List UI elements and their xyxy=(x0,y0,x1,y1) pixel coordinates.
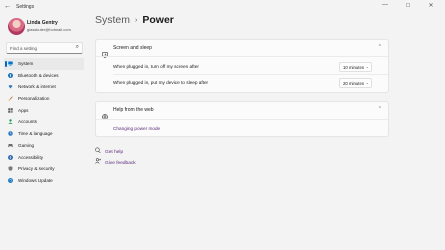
screen-off-label: When plugged in, turn off my screen afte… xyxy=(113,64,199,69)
title-bar: ← Settings — ☐ ✕ xyxy=(0,0,445,14)
breadcrumb: System › Power xyxy=(95,14,174,26)
screen-sleep-card: Screen and sleep ⌃ When plugged in, turn… xyxy=(95,39,389,93)
globe-clock-icon xyxy=(8,131,13,136)
monitor-icon xyxy=(8,61,13,66)
sleep-select[interactable]: 20 minutes ⌄ xyxy=(339,78,372,88)
update-icon xyxy=(8,177,13,183)
accessibility-icon xyxy=(8,154,13,160)
breadcrumb-separator: › xyxy=(135,17,138,24)
get-help-label: Get help xyxy=(105,150,124,155)
search-placeholder: Find a setting xyxy=(10,45,38,51)
window-title: Settings xyxy=(16,3,35,10)
search-input[interactable]: Find a setting ⌕ xyxy=(6,42,83,54)
screen-sleep-title: Screen and sleep xyxy=(113,45,152,51)
maximize-button[interactable]: ☐ xyxy=(403,3,413,9)
back-button[interactable]: ← xyxy=(4,3,11,10)
sidebar-item-label: Personalization xyxy=(18,96,50,102)
close-button[interactable]: ✕ xyxy=(426,2,436,9)
screen-sleep-header[interactable]: Screen and sleep ⌃ xyxy=(96,40,388,58)
sidebar-item-label: Accounts xyxy=(18,119,37,125)
bluetooth-icon xyxy=(8,72,13,78)
sidebar-item-accessibility[interactable]: Accessibility xyxy=(4,152,84,164)
feedback-icon xyxy=(95,158,101,166)
chevron-up-icon[interactable]: ⌃ xyxy=(378,106,382,112)
screen-sleep-icon xyxy=(102,45,108,58)
screen-off-value: 10 minutes xyxy=(343,64,365,70)
page-title: Power xyxy=(142,14,174,26)
help-icon xyxy=(95,147,101,155)
brush-icon xyxy=(8,96,13,101)
sidebar-item-label: System xyxy=(18,61,34,66)
avatar[interactable] xyxy=(8,18,25,35)
help-web-card: Help from the web ⌃ Changing power mode xyxy=(95,101,389,137)
chevron-up-icon[interactable]: ⌃ xyxy=(378,44,382,50)
wifi-icon xyxy=(8,84,13,89)
sidebar-item-label: Apps xyxy=(18,107,29,113)
help-web-header[interactable]: Help from the web ⌃ xyxy=(96,102,388,120)
sidebar-item-label: Privacy & security xyxy=(18,166,55,172)
sleep-value: 20 minutes xyxy=(343,80,365,86)
shield-icon xyxy=(8,166,13,171)
sidebar-item-gaming[interactable]: Gaming xyxy=(4,140,84,152)
sidebar-item-network[interactable]: Network & internet xyxy=(4,81,84,93)
chevron-down-icon: ⌄ xyxy=(365,64,369,69)
give-feedback-link[interactable]: Give feedback xyxy=(95,158,136,166)
gamepad-icon xyxy=(8,143,13,148)
divider xyxy=(113,74,388,75)
sidebar-item-label: Accessibility xyxy=(18,154,44,160)
sidebar-item-bluetooth[interactable]: Bluetooth & devices xyxy=(4,70,84,82)
divider xyxy=(96,56,388,57)
sidebar-item-label: Windows Update xyxy=(18,177,53,183)
sidebar-item-privacy[interactable]: Privacy & security xyxy=(4,163,84,175)
sidebar-item-personalization[interactable]: Personalization xyxy=(4,93,84,105)
sidebar-nav: System Bluetooth & devices Network & int… xyxy=(4,58,84,187)
get-help-link[interactable]: Get help xyxy=(95,147,123,155)
sidebar-item-label: Gaming xyxy=(18,142,35,148)
divider xyxy=(96,119,388,120)
give-feedback-label: Give feedback xyxy=(105,161,136,166)
sidebar-item-system[interactable]: System xyxy=(4,58,84,70)
chevron-down-icon: ⌄ xyxy=(365,80,369,85)
user-email: glasskuter@hotmail.com xyxy=(27,27,71,32)
apps-icon xyxy=(8,108,13,113)
help-globe-icon xyxy=(102,107,108,120)
person-icon xyxy=(8,119,13,125)
sleep-label: When plugged in, put my device to sleep … xyxy=(113,80,209,85)
sidebar-item-apps[interactable]: Apps xyxy=(4,105,84,117)
sidebar-item-label: Time & language xyxy=(18,131,53,137)
sidebar-item-label: Network & internet xyxy=(18,84,56,90)
sidebar-item-time-language[interactable]: Time & language xyxy=(4,128,84,140)
search-icon: ⌕ xyxy=(75,44,79,50)
screen-off-select[interactable]: 10 minutes ⌄ xyxy=(339,62,372,72)
sidebar-item-label: Bluetooth & devices xyxy=(18,72,59,78)
changing-power-mode-link[interactable]: Changing power mode xyxy=(113,126,160,131)
minimize-button[interactable]: — xyxy=(380,2,390,8)
breadcrumb-parent[interactable]: System xyxy=(95,14,130,26)
help-web-title: Help from the web xyxy=(113,107,154,113)
sidebar-item-accounts[interactable]: Accounts xyxy=(4,116,84,128)
sidebar-item-windows-update[interactable]: Windows Update xyxy=(4,175,84,187)
user-name: Linda Gentry xyxy=(27,20,58,26)
